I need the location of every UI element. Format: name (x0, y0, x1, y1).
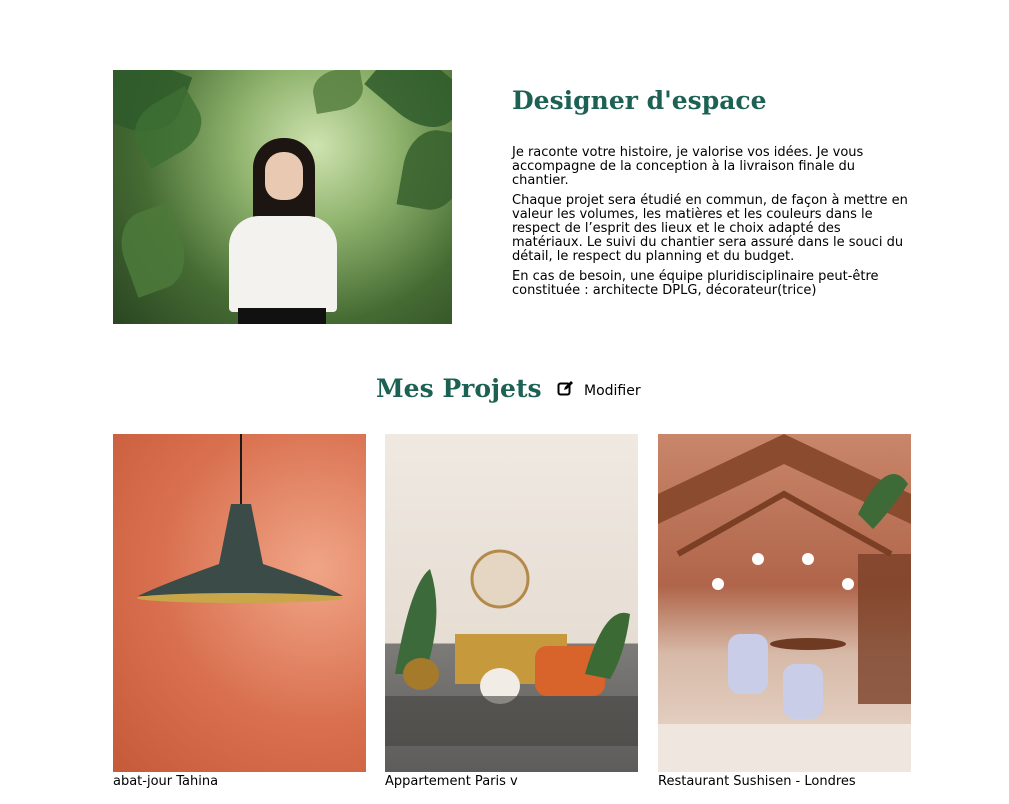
about-paragraph: En cas de besoin, une équipe pluridiscip… (512, 269, 879, 298)
project-card[interactable]: abat-jour Tahina (113, 434, 366, 789)
project-card[interactable]: Appartement Paris v (385, 434, 638, 789)
about-title: Designer d'espace (512, 86, 767, 115)
project-card[interactable]: Restaurant Sushisen - Londres (658, 434, 911, 789)
edit-square-icon (557, 380, 574, 401)
project-image-apartment (385, 434, 638, 772)
about-paragraph: Je raconte votre histoire, je valorise v… (512, 145, 864, 188)
projects-header: Mes Projets Modifier (0, 370, 1009, 410)
project-image-restaurant (658, 434, 911, 772)
project-caption: Appartement Paris v (385, 774, 518, 789)
project-image-lamp (113, 434, 366, 772)
modify-label: Modifier (584, 382, 641, 399)
about-text: Je raconte votre histoire, je valorise v… (512, 146, 912, 298)
projects-title: Mes Projets (376, 374, 542, 403)
designer-portrait-image (113, 70, 452, 324)
project-caption: Restaurant Sushisen - Londres (658, 774, 856, 789)
introduction-section: Designer d'espace Je raconte votre histo… (113, 70, 913, 324)
about-article: Designer d'espace Je raconte votre histo… (512, 70, 912, 304)
modify-button[interactable]: Modifier (557, 380, 641, 401)
project-caption: abat-jour Tahina (113, 774, 219, 789)
about-paragraph: Chaque projet sera étudié en commun, de … (512, 193, 908, 264)
